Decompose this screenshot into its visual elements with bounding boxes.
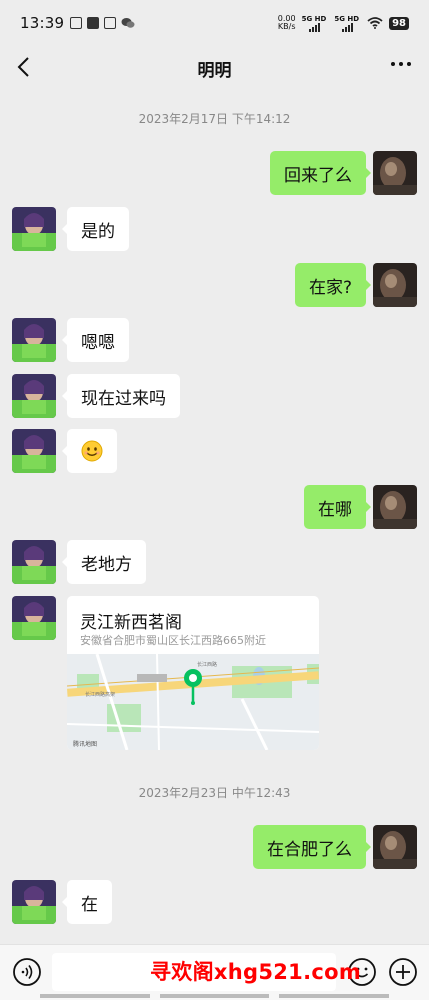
gesture-bar bbox=[0, 994, 429, 998]
friend-avatar[interactable] bbox=[12, 207, 56, 251]
battery-level: 98 bbox=[389, 16, 409, 30]
back-arrow-icon[interactable] bbox=[14, 52, 36, 82]
nav-bar: 明明 bbox=[0, 46, 429, 88]
signal-1: 5G HD bbox=[302, 15, 329, 32]
watermark-text: 寻欢阁xhg521.com bbox=[150, 960, 361, 984]
my-avatar[interactable] bbox=[373, 825, 417, 869]
status-bar: 13:39 0.00 KB/s 5G HD 5G HD 98 bbox=[0, 0, 429, 46]
signal-bars-icon bbox=[342, 22, 354, 32]
map-road-label: 长江西路 bbox=[197, 661, 217, 668]
location-name: 灵江新西茗阁 bbox=[80, 613, 182, 633]
signal-bars-icon bbox=[309, 22, 321, 32]
friend-avatar[interactable] bbox=[12, 429, 56, 473]
location-map-thumbnail: 长江西路高架 长江西路 腾讯地图 bbox=[67, 654, 319, 750]
friend-avatar[interactable] bbox=[12, 880, 56, 924]
signal-2: 5G HD bbox=[334, 15, 361, 32]
friend-avatar[interactable] bbox=[12, 318, 56, 362]
wechat-notification-icon bbox=[121, 18, 135, 28]
my-avatar[interactable] bbox=[373, 263, 417, 307]
timestamp: 2023年2月23日 中午12:43 bbox=[138, 786, 291, 800]
timestamp: 2023年2月17日 下午14:12 bbox=[138, 112, 291, 126]
incoming-message[interactable]: 在 bbox=[62, 880, 112, 924]
notification-icons bbox=[70, 17, 135, 29]
location-message-card[interactable]: 灵江新西茗阁 安徽省合肥市蜀山区长江西路665附近 长江西路高架 长江西路 腾讯… bbox=[67, 596, 319, 750]
friend-avatar[interactable] bbox=[12, 374, 56, 418]
incoming-message[interactable]: 老地方 bbox=[62, 540, 146, 584]
incoming-message[interactable]: 现在过来吗 bbox=[62, 374, 180, 418]
map-road-label: 长江西路高架 bbox=[85, 691, 115, 698]
more-options-icon[interactable] bbox=[391, 62, 411, 66]
signal-1-label: 5G HD bbox=[301, 14, 327, 23]
incoming-message[interactable]: 嗯嗯 bbox=[62, 318, 129, 362]
incoming-message[interactable]: 是的 bbox=[62, 207, 129, 251]
outgoing-message[interactable]: 回来了么 bbox=[270, 151, 371, 195]
app-notification-icon bbox=[87, 17, 100, 29]
incoming-emoji-message[interactable] bbox=[62, 429, 117, 473]
smile-icon bbox=[81, 440, 103, 462]
my-avatar[interactable] bbox=[373, 485, 417, 529]
gallery-notification-icon bbox=[70, 17, 83, 29]
net-speed-unit: KB/s bbox=[277, 22, 296, 31]
voice-input-icon[interactable] bbox=[12, 957, 42, 987]
wifi-icon bbox=[367, 17, 383, 29]
outgoing-message[interactable]: 在合肥了么 bbox=[253, 825, 371, 869]
news-notification-icon bbox=[104, 17, 117, 29]
outgoing-message[interactable]: 在家? bbox=[294, 263, 372, 307]
friend-avatar[interactable] bbox=[12, 540, 56, 584]
status-right: 0.00 KB/s 5G HD 5G HD 98 bbox=[278, 15, 409, 32]
signal-2-label: 5G HD bbox=[334, 14, 360, 23]
my-avatar[interactable] bbox=[373, 151, 417, 195]
location-address: 安徽省合肥市蜀山区长江西路665附近 bbox=[80, 634, 266, 647]
chat-title: 明明 bbox=[197, 61, 232, 81]
map-provider-label: 腾讯地图 bbox=[73, 740, 97, 748]
status-time: 13:39 bbox=[20, 14, 65, 32]
outgoing-message[interactable]: 在哪 bbox=[304, 485, 371, 529]
friend-avatar[interactable] bbox=[12, 596, 56, 640]
net-speed: 0.00 KB/s bbox=[278, 15, 296, 31]
plus-more-icon[interactable] bbox=[388, 957, 418, 987]
